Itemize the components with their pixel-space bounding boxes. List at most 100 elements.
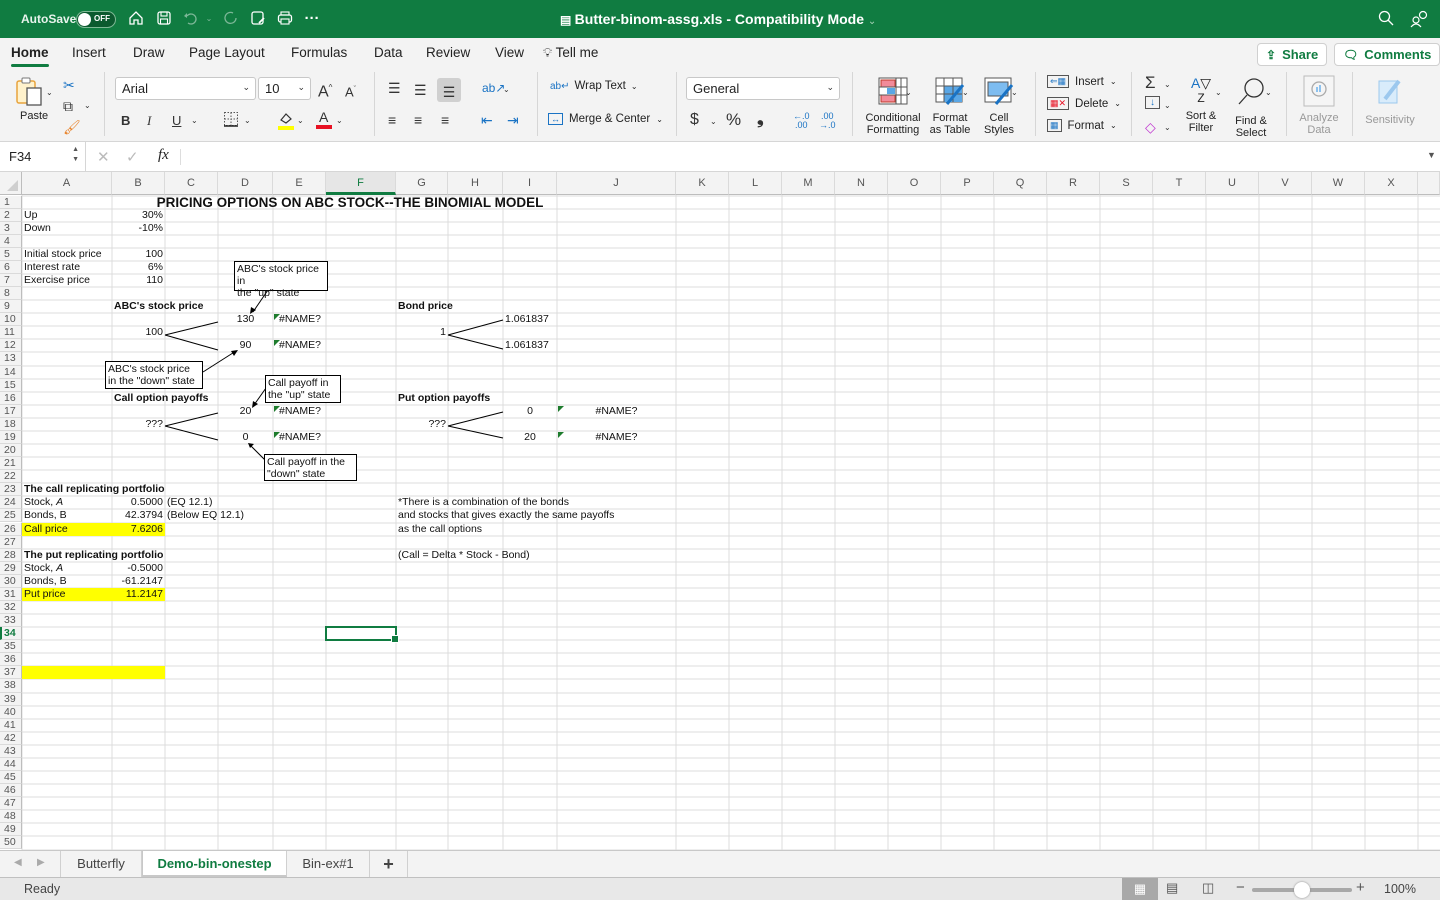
row-header-49[interactable]: 49 bbox=[0, 823, 22, 837]
put-price-value[interactable]: 11.2147 bbox=[114, 588, 163, 601]
tab-view[interactable]: View bbox=[495, 45, 524, 60]
name-box-stepper-icon[interactable]: ▲ ▼ bbox=[72, 145, 79, 165]
row-header-4[interactable]: 4 bbox=[0, 234, 22, 248]
call-portfolio-heading[interactable]: The call replicating portfolio bbox=[24, 483, 165, 496]
zoom-level[interactable]: 100% bbox=[1384, 882, 1416, 896]
row-header-44[interactable]: 44 bbox=[0, 757, 22, 772]
put-stock-label[interactable]: Stock, A bbox=[24, 562, 110, 575]
row-header-29[interactable]: 29 bbox=[0, 561, 22, 575]
input-label-row-7[interactable]: Exercise price bbox=[24, 274, 110, 287]
note-line-3[interactable]: as the call options bbox=[398, 523, 674, 536]
row-header-38[interactable]: 38 bbox=[0, 679, 22, 693]
tab-data[interactable]: Data bbox=[374, 45, 403, 60]
merge-center-button[interactable]: ↔ Merge & Center ⌄ bbox=[548, 113, 663, 125]
row-header-12[interactable]: 12 bbox=[0, 339, 22, 353]
input-label-row-3[interactable]: Down bbox=[24, 222, 110, 235]
row-header-47[interactable]: 47 bbox=[0, 797, 22, 811]
callout-call-down[interactable]: Call payoff in the "down" state bbox=[264, 454, 357, 481]
row-header-24[interactable]: 24 bbox=[0, 496, 22, 510]
autosave-toggle[interactable]: OFF bbox=[76, 11, 116, 28]
zoom-slider-handle[interactable] bbox=[1294, 882, 1310, 898]
put-stock-value[interactable]: -0.5000 bbox=[114, 562, 163, 575]
sheet-tab-demo-bin-onestep[interactable]: Demo-bin-onestep bbox=[142, 851, 287, 877]
redo-icon[interactable] bbox=[222, 10, 240, 28]
row-header-1[interactable]: 1 bbox=[0, 195, 22, 209]
row-header-32[interactable]: 32 bbox=[0, 600, 22, 615]
call-tree-root[interactable]: ??? bbox=[114, 418, 163, 431]
call-stock-note[interactable]: (EQ 12.1) bbox=[167, 496, 271, 509]
title-chevron-icon[interactable]: ⌄ bbox=[868, 16, 876, 27]
stock-tree-heading[interactable]: ABC's stock price bbox=[114, 300, 271, 313]
column-header-q[interactable]: Q bbox=[994, 172, 1047, 195]
input-value-row-3[interactable]: -10% bbox=[114, 222, 163, 235]
row-header-46[interactable]: 46 bbox=[0, 784, 22, 798]
call-tree-up[interactable]: 20 bbox=[220, 405, 271, 418]
expand-formula-icon[interactable]: ▼ bbox=[1427, 150, 1436, 160]
callout-stock-up[interactable]: ABC's stock price in the "up" state bbox=[234, 261, 328, 299]
column-header-v[interactable]: V bbox=[1259, 172, 1312, 195]
cell-styles-dropdown-icon[interactable]: ⌄ bbox=[1011, 84, 1018, 102]
row-header-25[interactable]: 25 bbox=[0, 509, 22, 523]
column-header-t[interactable]: T bbox=[1153, 172, 1206, 195]
tab-home[interactable]: Home bbox=[11, 45, 49, 67]
column-header-m[interactable]: M bbox=[782, 172, 835, 195]
formula-input[interactable] bbox=[186, 145, 1416, 168]
page-layout-view-icon[interactable]: ▤ bbox=[1166, 880, 1178, 896]
zoom-slider[interactable] bbox=[1252, 882, 1352, 898]
row-header-33[interactable]: 33 bbox=[0, 614, 22, 628]
column-header-k[interactable]: K bbox=[676, 172, 729, 195]
font-color-icon[interactable]: A bbox=[315, 109, 333, 133]
call-tree-heading[interactable]: Call option payoffs bbox=[114, 392, 271, 405]
borders-icon[interactable] bbox=[223, 111, 239, 131]
underline-button[interactable]: U bbox=[172, 112, 181, 130]
call-tree-up-error[interactable]: #NAME? bbox=[275, 405, 324, 418]
row-header-43[interactable]: 43 bbox=[0, 744, 22, 758]
row-header-41[interactable]: 41 bbox=[0, 718, 22, 732]
sheet-tab-bin-ex1[interactable]: Bin-ex#1 bbox=[287, 851, 370, 877]
comments-button[interactable]: 🗨︎ Comments bbox=[1334, 43, 1440, 66]
stock-tree-down-error[interactable]: #NAME? bbox=[275, 339, 324, 352]
input-value-row-6[interactable]: 6% bbox=[114, 261, 163, 274]
call-tree-down[interactable]: 0 bbox=[220, 431, 271, 444]
column-header-l[interactable]: L bbox=[729, 172, 782, 195]
row-header-2[interactable]: 2 bbox=[0, 208, 22, 222]
column-header-i[interactable]: I bbox=[503, 172, 557, 195]
error-indicator-icon[interactable] bbox=[274, 405, 280, 412]
error-indicator-icon[interactable] bbox=[274, 314, 280, 321]
zoom-in-icon[interactable]: + bbox=[1356, 879, 1365, 896]
column-header-a[interactable]: A bbox=[22, 172, 112, 195]
fill-color-icon[interactable] bbox=[277, 110, 295, 134]
clear-dropdown-icon[interactable]: ⌄ bbox=[1164, 119, 1171, 137]
increase-decimal-icon[interactable]: ←.0.00 bbox=[793, 112, 810, 130]
name-box[interactable]: F34 ▲ ▼ bbox=[0, 142, 86, 171]
more-icon[interactable]: ··· bbox=[303, 10, 321, 28]
put-portfolio-heading[interactable]: The put replicating portfolio bbox=[24, 549, 163, 562]
row-header-30[interactable]: 30 bbox=[0, 574, 22, 588]
bond-tree-up[interactable]: 1.061837 bbox=[505, 313, 555, 326]
add-sheet-button[interactable]: + bbox=[370, 851, 408, 877]
callout-stock-down[interactable]: ABC's stock price in the "down" state bbox=[105, 361, 203, 389]
font-name-select[interactable]: Arial ⌄ bbox=[115, 77, 256, 100]
row-header-50[interactable]: 50 bbox=[0, 836, 22, 850]
clear-icon[interactable]: ◇ bbox=[1145, 118, 1156, 136]
decrease-indent-icon[interactable]: ⇤ bbox=[481, 111, 493, 129]
note-line-1[interactable]: *There is a combination of the bonds bbox=[398, 496, 674, 509]
put-tree-up[interactable]: 0 bbox=[505, 405, 555, 418]
row-header-5[interactable]: 5 bbox=[0, 247, 22, 261]
row-header-19[interactable]: 19 bbox=[0, 430, 22, 445]
row-header-35[interactable]: 35 bbox=[0, 640, 22, 654]
find-select-dropdown-icon[interactable]: ⌄ bbox=[1265, 84, 1272, 102]
analyze-data-button[interactable]: Analyze Data bbox=[1296, 75, 1342, 137]
comma-style-icon[interactable]: ❟ bbox=[757, 110, 764, 128]
call-bonds-note[interactable]: (Below EQ 12.1) bbox=[167, 509, 271, 522]
align-bottom-icon[interactable]: ☰ bbox=[437, 78, 461, 102]
error-indicator-icon[interactable] bbox=[558, 405, 564, 412]
insert-function-icon[interactable]: fx bbox=[158, 147, 169, 164]
column-header-u[interactable]: U bbox=[1206, 172, 1259, 195]
row-header-37[interactable]: 37 bbox=[0, 666, 22, 680]
input-value-row-2[interactable]: 30% bbox=[114, 209, 163, 222]
input-label-row-2[interactable]: Up bbox=[24, 209, 110, 222]
row-header-17[interactable]: 17 bbox=[0, 404, 22, 418]
page-break-view-icon[interactable]: ◫ bbox=[1202, 880, 1214, 896]
put-tree-down[interactable]: 20 bbox=[505, 431, 555, 444]
